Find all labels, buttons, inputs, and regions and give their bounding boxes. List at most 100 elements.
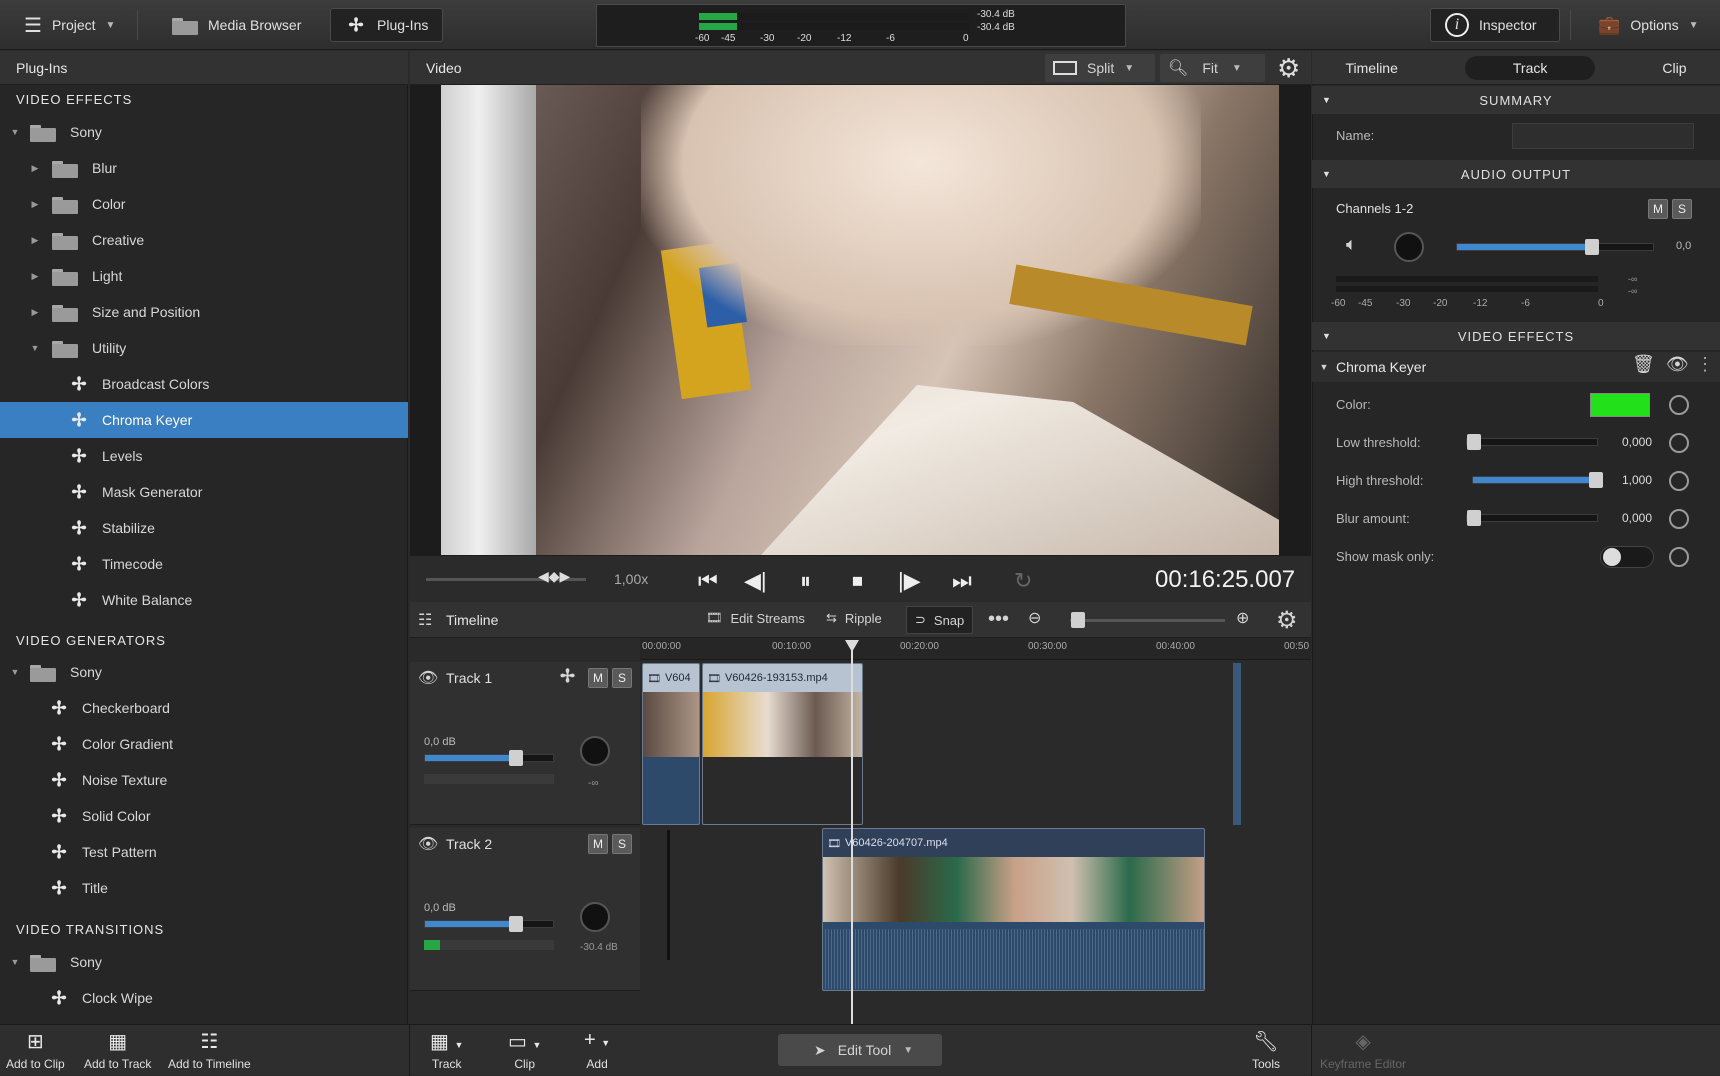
collapse-triangle-icon[interactable]: ▶ bbox=[30, 235, 40, 246]
step-back-icon[interactable]: ◀| bbox=[744, 568, 767, 594]
clip-menu-button[interactable]: ▭ ▼ Clip bbox=[508, 1029, 541, 1071]
plugin-color-gradient[interactable]: ✢ Color Gradient bbox=[0, 726, 408, 762]
media-browser-button[interactable]: Media Browser bbox=[158, 8, 315, 42]
playhead[interactable] bbox=[851, 640, 853, 1024]
tree-folder-sony[interactable]: ▼ Sony bbox=[0, 114, 408, 150]
timeline-ruler[interactable]: 00:00:00 00:10:00 00:20:00 00:30:00 00:4… bbox=[640, 638, 1311, 660]
speaker-icon[interactable]: 🔈︎ bbox=[1346, 234, 1357, 255]
zoom-in-icon[interactable]: ⊕ bbox=[1236, 608, 1249, 628]
clip-v60426-193153[interactable]: 🎞︎ V60426-193153.mp4 bbox=[702, 663, 863, 825]
section-summary[interactable]: ▼ SUMMARY bbox=[1312, 86, 1720, 114]
collapse-triangle-icon[interactable]: ▶ bbox=[30, 307, 40, 318]
plugin-stabilize[interactable]: ✢ Stabilize bbox=[0, 510, 408, 546]
clip-v60426-204707[interactable]: 🎞︎ V60426-204707.mp4 bbox=[822, 828, 1205, 991]
more-options-icon[interactable]: ••• bbox=[988, 608, 1009, 631]
effect-header-chroma-keyer[interactable]: ▼ Chroma Keyer bbox=[1312, 352, 1720, 382]
zoom-fit-dropdown[interactable]: 🔍︎ Fit ▼ bbox=[1160, 54, 1265, 82]
project-menu-button[interactable]: ☰ Project ▼ bbox=[10, 8, 129, 42]
plugin-chroma-keyer[interactable]: ✢ Chroma Keyer bbox=[0, 402, 408, 438]
pan-knob[interactable] bbox=[1394, 232, 1424, 262]
high-threshold-slider[interactable] bbox=[1472, 472, 1603, 488]
pan-knob[interactable] bbox=[580, 736, 610, 766]
trash-icon[interactable]: 🗑︎ bbox=[1632, 354, 1655, 375]
plugin-timecode[interactable]: ✢ Timecode bbox=[0, 546, 408, 582]
snap-toggle[interactable]: ⊃ Snap bbox=[906, 606, 974, 634]
keyframe-clock-icon[interactable] bbox=[1669, 547, 1689, 567]
expand-triangle-icon[interactable]: ▼ bbox=[1312, 362, 1336, 372]
keyframe-clock-icon[interactable] bbox=[1669, 471, 1689, 491]
add-to-timeline-button[interactable]: ☷ Add to Timeline bbox=[168, 1029, 251, 1071]
collapse-triangle-icon[interactable]: ▶ bbox=[30, 199, 40, 210]
go-to-end-icon[interactable]: ⏭ bbox=[952, 568, 972, 594]
zoom-slider-handle[interactable] bbox=[1071, 612, 1085, 628]
low-threshold-slider[interactable] bbox=[1466, 434, 1598, 450]
plugin-clock-wipe[interactable]: ✢ Clock Wipe bbox=[0, 980, 408, 1016]
pan-knob[interactable] bbox=[580, 902, 610, 932]
zoom-out-icon[interactable]: ⊖ bbox=[1028, 608, 1041, 628]
stop-icon[interactable]: ⏹ bbox=[852, 568, 863, 594]
add-to-track-button[interactable]: ▦ Add to Track bbox=[84, 1029, 151, 1071]
go-to-start-icon[interactable]: ⏮ bbox=[698, 568, 718, 594]
eye-icon[interactable]: 👁︎ bbox=[418, 834, 438, 854]
shuttle-handle-icon[interactable]: ◀◆▶ bbox=[538, 568, 570, 585]
plugin-test-pattern[interactable]: ✢ Test Pattern bbox=[0, 834, 408, 870]
gear-icon[interactable]: ⚙ bbox=[1277, 53, 1300, 84]
plugin-title[interactable]: ✢ Title bbox=[0, 870, 408, 906]
tree-folder-light[interactable]: ▶ Light bbox=[0, 258, 408, 294]
options-button[interactable]: 💼 Options ▼ bbox=[1584, 8, 1713, 42]
step-forward-icon[interactable]: |▶ bbox=[898, 568, 921, 594]
keyframe-editor-button[interactable]: ◈ Keyframe Editor bbox=[1320, 1029, 1406, 1071]
split-dropdown[interactable]: Split ▼ bbox=[1045, 54, 1155, 82]
track-2-header[interactable]: 👁︎ Track 2 M S 0,0 dB -30.4 dB bbox=[410, 828, 640, 991]
tab-clip[interactable]: Clip bbox=[1662, 60, 1686, 76]
plugin-checkerboard[interactable]: ✢ Checkerboard bbox=[0, 690, 408, 726]
tree-folder-utility[interactable]: ▼ Utility bbox=[0, 330, 408, 366]
solo-button[interactable]: S bbox=[1672, 199, 1692, 219]
keyframe-clock-icon[interactable] bbox=[1669, 433, 1689, 453]
eye-icon[interactable]: 👁︎ bbox=[1666, 354, 1689, 375]
tab-timeline[interactable]: Timeline bbox=[1346, 60, 1398, 76]
keyframe-clock-icon[interactable] bbox=[1669, 509, 1689, 529]
tools-menu-button[interactable]: 🔧︎ Tools bbox=[1252, 1029, 1280, 1071]
plugin-broadcast-colors[interactable]: ✢ Broadcast Colors bbox=[0, 366, 408, 402]
mute-button[interactable]: M bbox=[588, 834, 608, 854]
eye-icon[interactable]: 👁︎ bbox=[418, 668, 438, 688]
add-to-clip-button[interactable]: ⊞ Add to Clip bbox=[6, 1029, 65, 1071]
tree-folder-color[interactable]: ▶ Color bbox=[0, 186, 408, 222]
plugin-icon[interactable]: ✢ bbox=[560, 666, 575, 687]
expand-triangle-icon[interactable]: ▼ bbox=[10, 127, 20, 137]
plugin-solid-color[interactable]: ✢ Solid Color bbox=[0, 798, 408, 834]
clip-v604[interactable]: 🎞︎ V604 bbox=[642, 663, 700, 825]
expand-triangle-icon[interactable]: ▼ bbox=[10, 957, 20, 967]
key-color-swatch[interactable] bbox=[1590, 393, 1650, 417]
inspector-button[interactable]: i Inspector bbox=[1430, 8, 1560, 42]
loop-icon[interactable]: ↻ bbox=[1014, 568, 1032, 594]
keyframe-clock-icon[interactable] bbox=[1669, 395, 1689, 415]
collapse-triangle-icon[interactable]: ▶ bbox=[30, 163, 40, 174]
mute-button[interactable]: M bbox=[1648, 199, 1668, 219]
gear-icon[interactable]: ⚙ bbox=[1276, 606, 1298, 635]
track-name-input[interactable] bbox=[1512, 123, 1694, 149]
plugin-white-balance[interactable]: ✢ White Balance bbox=[0, 582, 408, 618]
clip-edge[interactable] bbox=[1233, 663, 1241, 825]
plugin-mask-generator[interactable]: ✢ Mask Generator bbox=[0, 474, 408, 510]
ripple-button[interactable]: ⇆ Ripple bbox=[826, 610, 882, 626]
tree-folder-blur[interactable]: ▶ Blur bbox=[0, 150, 408, 186]
blur-amount-slider[interactable] bbox=[1466, 510, 1598, 526]
edit-tool-dropdown[interactable]: ➤ Edit Tool ▼ bbox=[778, 1034, 942, 1066]
solo-button[interactable]: S bbox=[612, 668, 632, 688]
expand-triangle-icon[interactable]: ▼ bbox=[10, 667, 20, 677]
expand-triangle-icon[interactable]: ▼ bbox=[1322, 331, 1332, 341]
section-audio-output[interactable]: ▼ AUDIO OUTPUT bbox=[1312, 160, 1720, 188]
pause-icon[interactable]: ⏸ bbox=[800, 568, 811, 594]
show-mask-toggle[interactable] bbox=[1600, 546, 1654, 568]
collapse-triangle-icon[interactable]: ▶ bbox=[30, 271, 40, 282]
plugin-levels[interactable]: ✢ Levels bbox=[0, 438, 408, 474]
mute-button[interactable]: M bbox=[588, 668, 608, 688]
track-volume-slider[interactable] bbox=[424, 750, 554, 766]
plugin-noise-texture[interactable]: ✢ Noise Texture bbox=[0, 762, 408, 798]
tree-folder-sony[interactable]: ▼ Sony bbox=[0, 654, 408, 690]
section-video-effects[interactable]: ▼ VIDEO EFFECTS bbox=[1312, 322, 1720, 350]
tree-folder-sony[interactable]: ▼ Sony bbox=[0, 944, 408, 980]
tree-folder-creative[interactable]: ▶ Creative bbox=[0, 222, 408, 258]
